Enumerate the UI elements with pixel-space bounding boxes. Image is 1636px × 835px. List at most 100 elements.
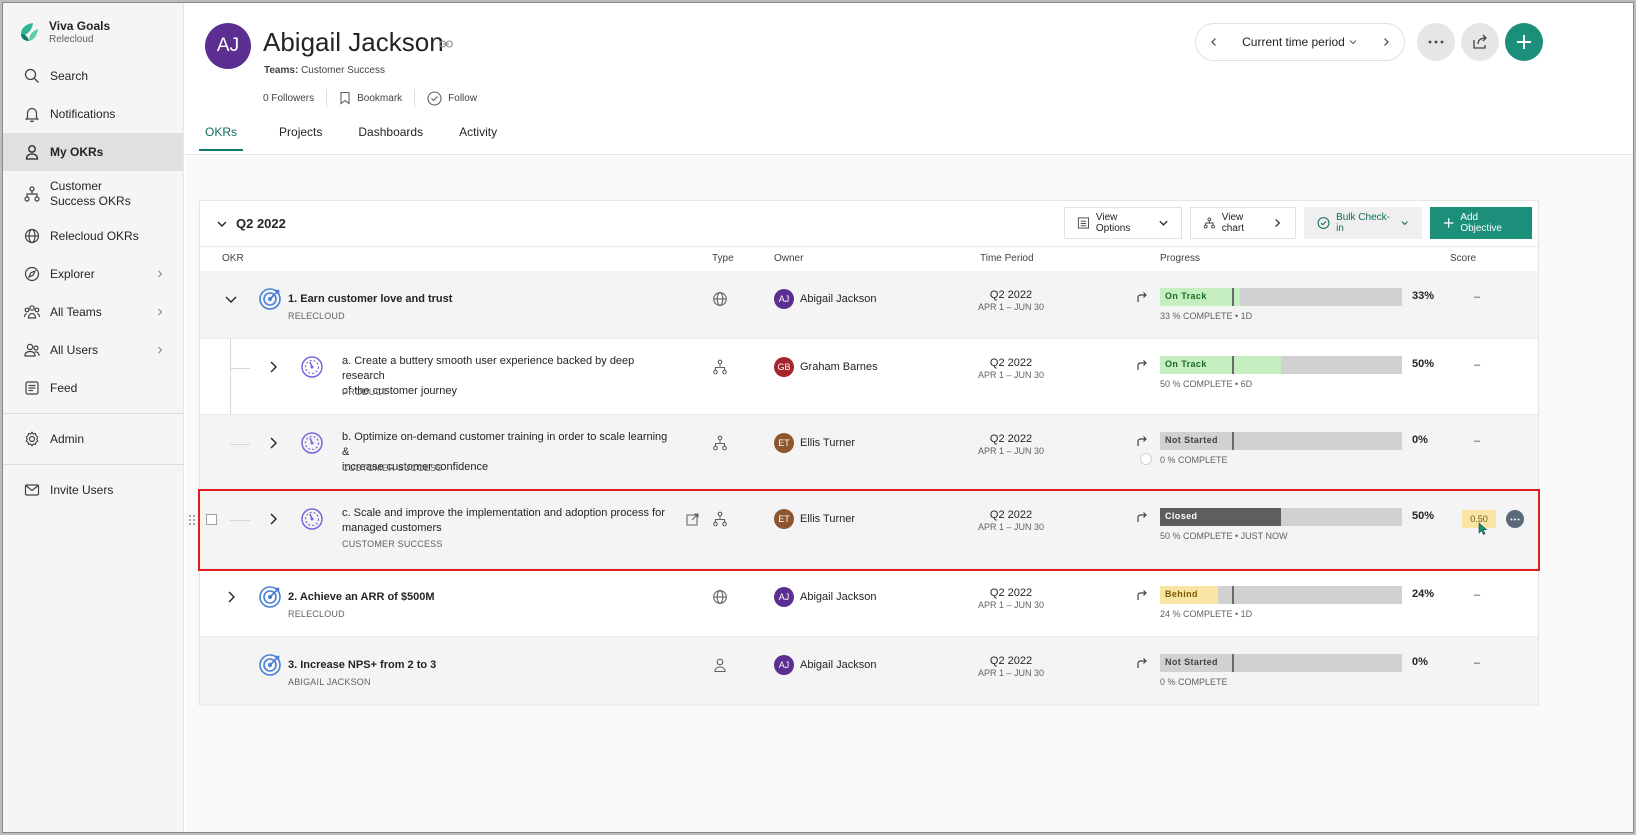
chevron-down-icon [1401,221,1408,226]
follow-label: Follow [448,92,478,104]
tree-branch-line [230,368,250,369]
owner[interactable]: AJ Abigail Jackson [774,587,876,607]
sidebar-item-notifications[interactable]: Notifications [3,95,183,133]
follow-button[interactable]: Follow [415,89,489,107]
okr-team: RELECLOUD [288,311,345,321]
okr-content: Q2 2022 View Options View chart Bulk Che… [185,156,1633,832]
create-button[interactable] [1505,23,1543,61]
objective-icon [259,654,281,676]
key-result-icon [301,432,323,454]
sidebar-item-customer-success-okrs[interactable]: Customer Success OKRs [3,171,183,217]
objective-row[interactable]: 3. Increase NPS+ from 2 to 3 ABIGAIL JACK… [200,637,1538,705]
expected-progress-marker [1232,288,1234,306]
status-badge: On Track [1165,291,1207,301]
sidebar-item-feed[interactable]: Feed [3,369,183,407]
checkin-arrow-icon[interactable] [1136,511,1148,523]
bulk-checkin-button[interactable]: Bulk Check-in [1304,207,1422,239]
okr-title[interactable]: 3. Increase NPS+ from 2 to 3 [288,658,436,673]
checkin-arrow-icon[interactable] [1136,435,1148,447]
tab-projects[interactable]: Projects [279,125,322,151]
progress-bar[interactable]: Closed [1160,508,1402,526]
link-icon[interactable] [439,39,453,49]
teams-value[interactable]: Customer Success [301,65,385,76]
tab-okrs[interactable]: OKRs [199,125,244,151]
progress-bar[interactable]: Not Started [1160,654,1402,672]
key-result-row[interactable]: c. Scale and improve the implementation … [189,489,1540,571]
mail-icon [24,484,40,496]
progress-bar[interactable]: On Track [1160,288,1402,306]
time-period-range: APR 1 – JUN 30 [977,446,1045,456]
chevron-down-icon[interactable] [224,292,238,306]
view-chart-button[interactable]: View chart [1190,207,1296,239]
key-result-row[interactable]: a. Create a buttery smooth user experien… [200,339,1538,415]
chevron-right-icon[interactable] [266,360,280,374]
view-options-button[interactable]: View Options [1064,207,1182,239]
okr-title[interactable]: 1. Earn customer love and trust [288,292,452,307]
checkin-arrow-icon[interactable] [1136,359,1148,371]
bookmark-button[interactable]: Bookmark [327,89,416,107]
chevron-right-icon[interactable] [1380,36,1392,48]
progress-bar[interactable]: On Track [1160,356,1402,374]
okr-title[interactable]: c. Scale and improve the implementation … [342,506,672,536]
time-period-range: APR 1 – JUN 30 [977,600,1045,610]
owner-name: Ellis Turner [800,437,856,449]
chevron-right-icon[interactable] [266,512,280,526]
sidebar-item-search[interactable]: Search [3,57,183,95]
tab-dashboards[interactable]: Dashboards [358,125,423,151]
time-period-dropdown[interactable]: Current time period [1242,35,1358,49]
tab-activity[interactable]: Activity [459,125,497,151]
objective-row[interactable]: 2. Achieve an ARR of $500M RELECLOUD AJ Abi… [200,569,1538,637]
owner[interactable]: ET Ellis Turner [774,433,855,453]
sidebar-item-all-users[interactable]: All Users [3,331,183,369]
sidebar: Viva Goals Relecloud Search Notification… [3,3,184,832]
column-header-okr: OKR [222,253,244,264]
okr-title[interactable]: a. Create a buttery smooth user experien… [342,354,672,399]
chevron-right-icon[interactable] [266,436,280,450]
progress-percent: 50% [1412,510,1435,522]
open-external-icon[interactable] [686,513,699,526]
okr-team: CUSTOMER SUCCESS [342,539,443,549]
owner-name: Abigail Jackson [800,659,877,671]
owner[interactable]: AJ Abigail Jackson [774,289,876,309]
sidebar-item-explorer[interactable]: Explorer [3,255,183,293]
key-result-icon [301,356,323,378]
okr-title[interactable]: 2. Achieve an ARR of $500M [288,590,435,605]
brand[interactable]: Viva Goals Relecloud [3,3,183,57]
owner[interactable]: AJ Abigail Jackson [774,655,876,675]
checkin-arrow-icon[interactable] [1136,589,1148,601]
drag-handle-icon[interactable] [188,514,196,526]
followers-count[interactable]: 0 Followers [263,89,328,107]
progress-bar[interactable]: Behind [1160,586,1402,604]
owner[interactable]: GB Graham Barnes [774,357,878,377]
add-objective-button[interactable]: Add Objective [1430,207,1532,239]
sidebar-divider [3,464,183,465]
share-button[interactable] [1461,23,1499,61]
sidebar-item-invite-users[interactable]: Invite Users [3,471,183,509]
key-result-row[interactable]: b. Optimize on-demand customer training … [200,415,1538,491]
chevron-right-icon[interactable] [224,590,238,604]
checkin-arrow-icon[interactable] [1136,657,1148,669]
row-more-button[interactable] [1506,510,1524,528]
time-period-name: Q2 2022 [989,357,1033,369]
sidebar-item-label: All Users [50,343,99,357]
okr-team: PRODUCT [342,387,388,397]
plus-icon [1443,218,1454,228]
chevron-right-icon [158,308,163,316]
sidebar-item-admin[interactable]: Admin [3,420,183,458]
compass-icon [24,266,40,282]
owner[interactable]: ET Ellis Turner [774,509,855,529]
chevron-left-icon[interactable] [1208,36,1220,48]
sidebar-item-all-teams[interactable]: All Teams [3,293,183,331]
checkin-arrow-icon[interactable] [1136,291,1148,303]
sidebar-item-relecloud-okrs[interactable]: Relecloud OKRs [3,217,183,255]
progress-percent: 0% [1412,434,1428,446]
time-period-selector: Current time period [1195,23,1405,61]
objective-row[interactable]: 1. Earn customer love and trust RELECLOUD… [200,271,1538,339]
period-group-toggle[interactable]: Q2 2022 [216,216,286,231]
sidebar-item-my-okrs[interactable]: My OKRs [3,133,183,171]
chevron-right-icon [158,346,163,354]
progress-bar[interactable]: Not Started [1160,432,1402,450]
hierarchy-icon [1203,217,1215,229]
row-checkbox[interactable] [206,514,217,525]
more-button[interactable] [1417,23,1455,61]
